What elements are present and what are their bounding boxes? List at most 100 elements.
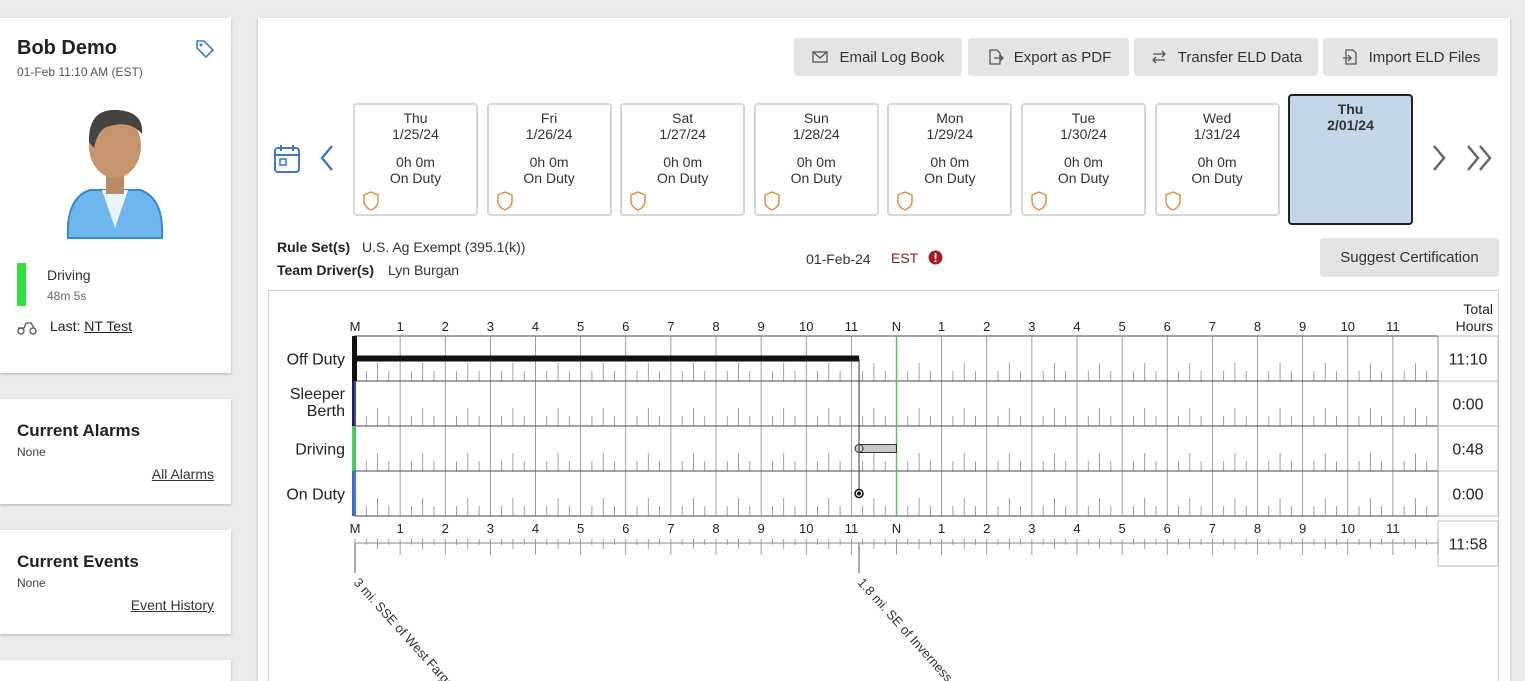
hour-label-top: 3 — [487, 319, 494, 334]
import-file-icon — [1342, 49, 1357, 65]
driver-avatar — [66, 109, 164, 239]
team-driver-label: Team Driver(s) — [277, 262, 375, 278]
location-label: 3 mi. SSE of West Fargo — [351, 575, 458, 681]
hour-label-bottom: 7 — [1209, 521, 1216, 536]
hour-label-bottom: M — [350, 521, 361, 536]
events-title: Current Events — [17, 552, 139, 571]
hour-label-top: 10 — [799, 319, 813, 334]
import-eld-button[interactable]: Import ELD Files — [1323, 38, 1498, 76]
calendar-icon[interactable] — [273, 143, 301, 175]
day-tile[interactable]: Mon 1/29/24 0h 0m On Duty — [887, 103, 1013, 216]
shield-icon — [496, 191, 513, 211]
day-status: On Duty — [523, 170, 575, 186]
row-label: Sleeper — [290, 386, 346, 403]
shield-icon — [1164, 191, 1181, 211]
hour-label-bottom: 6 — [622, 521, 629, 536]
day-status: On Duty — [1191, 170, 1243, 186]
timezone: EST — [891, 250, 919, 266]
hour-label-top: 2 — [442, 319, 449, 334]
hour-label-top: 7 — [667, 319, 674, 334]
day-hours: 0h 0m — [529, 154, 569, 170]
hour-label-bottom: 11 — [1386, 521, 1400, 536]
day-hours: 0h 0m — [396, 154, 435, 170]
hour-label-top: 9 — [758, 319, 765, 334]
tag-icon[interactable] — [195, 39, 215, 59]
all-alarms-link[interactable]: All Alarms — [152, 466, 214, 482]
hour-label-top: 5 — [577, 319, 584, 334]
day-hours: 0h 0m — [930, 154, 970, 170]
hour-label-top: N — [892, 319, 901, 334]
hour-label-bottom: N — [892, 521, 901, 536]
row-total: 11:10 — [1449, 352, 1488, 369]
total-hours-header: Hours — [1456, 318, 1493, 334]
hour-label-top: 4 — [1073, 319, 1080, 334]
day-tile-selected[interactable]: Thu 2/01/24 — [1288, 94, 1413, 225]
last-location: Last: NT Test — [50, 318, 132, 334]
day-date: 1/26/24 — [525, 126, 573, 142]
row-total: 0:00 — [1452, 487, 1483, 504]
hour-label-bottom: 11 — [845, 521, 859, 536]
hour-label-top: 11 — [1386, 319, 1400, 334]
hour-label-top: 3 — [1028, 319, 1035, 334]
hour-label-bottom: 2 — [442, 521, 449, 536]
hour-label-bottom: 1 — [397, 521, 404, 536]
day-tile[interactable]: Sat 1/27/24 0h 0m On Duty — [620, 103, 746, 216]
hour-label-bottom: 8 — [1254, 521, 1261, 536]
selected-day-date: 2/01/24 — [1327, 117, 1374, 133]
envelope-icon — [812, 51, 829, 63]
hour-label-top: 8 — [1254, 319, 1261, 334]
hour-label-bottom: 6 — [1164, 521, 1171, 536]
row-label: Driving — [295, 442, 345, 459]
hour-label-bottom: 5 — [577, 521, 584, 536]
chevron-left-icon[interactable] — [318, 144, 336, 172]
export-pdf-button[interactable]: Export as PDF — [968, 38, 1129, 76]
duty-segment-driving — [858, 444, 898, 453]
export-label: Export as PDF — [1013, 48, 1112, 66]
email-label: Email Log Book — [839, 48, 945, 66]
hour-label-bottom: 3 — [487, 521, 494, 536]
hour-label-top: 7 — [1209, 319, 1216, 334]
alarms-title: Current Alarms — [17, 421, 141, 440]
email-log-book-button[interactable]: Email Log Book — [794, 38, 962, 76]
selected-day-name: Thu — [1337, 101, 1364, 117]
hour-label-bottom: 4 — [532, 521, 539, 536]
last-location-link[interactable]: NT Test — [84, 318, 132, 334]
hour-label-bottom: 3 — [1028, 521, 1035, 536]
log-panel: Email Log Book Export as PDF Transfer EL… — [258, 18, 1510, 681]
day-tile[interactable]: Sun 1/28/24 0h 0m On Duty — [753, 103, 879, 216]
hour-label-top: M — [350, 319, 361, 334]
total-hours-header: Total — [1463, 301, 1493, 317]
day-date: 1/28/24 — [792, 126, 840, 142]
duty-start-bar — [353, 336, 357, 381]
day-tile[interactable]: Wed 1/31/24 0h 0m On Duty — [1154, 103, 1280, 216]
warning-icon[interactable] — [928, 250, 943, 265]
event-history-link[interactable]: Event History — [131, 597, 214, 613]
day-name: Sun — [803, 110, 829, 126]
hour-label-bottom: 7 — [667, 521, 674, 536]
hour-label-top: 2 — [983, 319, 990, 334]
day-status: On Duty — [389, 170, 442, 186]
day-name: Wed — [1202, 110, 1232, 126]
day-hours: 0h 0m — [1064, 154, 1103, 170]
hour-label-bottom: 5 — [1119, 521, 1126, 536]
log-date: 01-Feb-24 — [806, 251, 871, 267]
transfer-eld-button[interactable]: Transfer ELD Data — [1134, 38, 1318, 76]
day-name: Sat — [672, 110, 694, 126]
day-tile[interactable]: Fri 1/26/24 0h 0m On Duty — [486, 103, 612, 216]
eld-log-chart: M M 1 1 2 2 3 3 4 4 5 5 6 6 7 7 8 8 9 9 10 10 11 11 N N 1 1 2 2 3 3 4 4 5 5… — [268, 290, 1499, 681]
truck-icon — [17, 322, 37, 335]
day-tile[interactable]: Thu 1/25/24 0h 0m On Duty — [353, 103, 478, 216]
hour-label-top: 9 — [1299, 319, 1306, 334]
day-date: 1/29/24 — [926, 126, 974, 142]
status-duration: 48m 5s — [47, 289, 87, 303]
hour-label-bottom: 10 — [799, 521, 813, 536]
chevron-right-icon[interactable] — [1430, 144, 1448, 172]
extra-card — [0, 660, 231, 681]
status-label: Driving — [47, 267, 91, 283]
events-card: Current Events None Event History — [0, 530, 231, 634]
suggest-certification-button[interactable]: Suggest Certification — [1320, 238, 1499, 277]
day-hours: 0h 0m — [796, 154, 836, 170]
double-chevron-right-icon[interactable] — [1465, 144, 1495, 172]
day-tile[interactable]: Tue 1/30/24 0h 0m On Duty — [1021, 103, 1146, 216]
day-status: On Duty — [657, 170, 709, 186]
